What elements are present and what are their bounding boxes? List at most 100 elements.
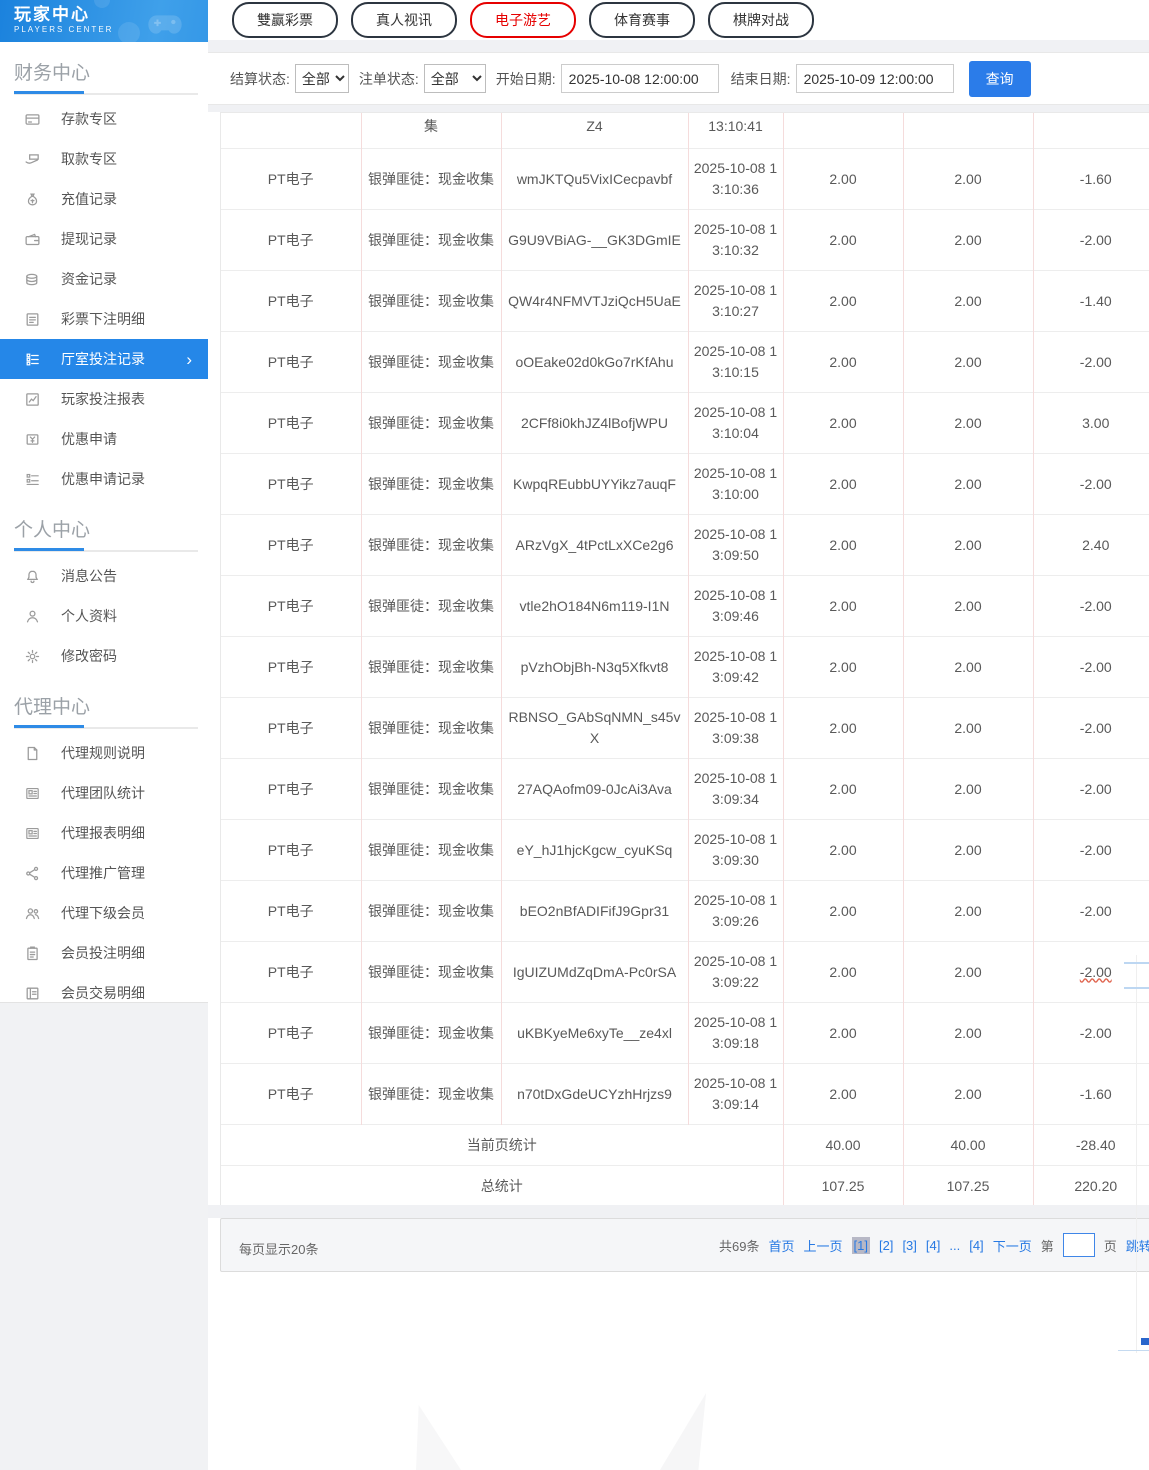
cell-order-id: bEO2nBfADIFifJ9Gpr31 — [501, 881, 688, 942]
section-divider — [14, 91, 198, 95]
deposit-card-icon — [24, 111, 41, 128]
end-date-input[interactable] — [796, 64, 954, 93]
page-total-label: 当前页统计 — [221, 1125, 783, 1166]
prev-page-link[interactable]: 上一页 — [803, 1236, 842, 1255]
promo-ticket-icon — [24, 431, 41, 448]
cell-game-name: 银弹匪徒：现金收集 — [361, 820, 501, 881]
sidebar-item-bell[interactable]: 消息公告 — [0, 556, 208, 596]
section-divider — [14, 725, 198, 729]
first-page-link[interactable]: 首页 — [768, 1236, 794, 1255]
page-link[interactable]: [4] — [926, 1238, 940, 1253]
cell-bet-amount: 2.00 — [783, 393, 903, 454]
cell-bet-amount: 2.00 — [783, 271, 903, 332]
cell-game-type: PT电子 — [221, 515, 361, 576]
cell-game-name: 银弹匪徒：现金收集 — [361, 515, 501, 576]
sidebar-item-promo-ticket[interactable]: 优惠申请 — [0, 419, 208, 459]
filter-bar: 结算状态: 全部 注单状态: 全部 开始日期: 结束日期: 查询 — [208, 52, 1149, 105]
settle-status-select[interactable]: 全部 — [295, 64, 349, 93]
sidebar-item-doc-page[interactable]: 代理规则说明 — [0, 733, 208, 773]
page-link[interactable]: [3] — [902, 1238, 916, 1253]
tab-4[interactable]: 体育赛事 — [589, 2, 695, 38]
sidebar-item-ledger[interactable]: 会员交易明细 — [0, 973, 208, 1013]
page-link[interactable]: ... — [949, 1238, 960, 1253]
cell-winloss: -2.00 — [1033, 210, 1149, 271]
page-link-current[interactable]: [1] — [852, 1237, 870, 1254]
query-button[interactable]: 查询 — [969, 61, 1031, 97]
sidebar-item-share[interactable]: 代理推广管理 — [0, 853, 208, 893]
section-divider — [14, 548, 198, 552]
cell-order-id: oOEake02d0kGo7rKfAhu — [501, 332, 688, 393]
promo-records-icon — [24, 471, 41, 488]
page-link[interactable]: [4] — [969, 1238, 983, 1253]
sidebar-item-deposit-card[interactable]: 存款专区 — [0, 99, 208, 139]
next-page-link[interactable]: 下一页 — [993, 1236, 1032, 1255]
tab-3[interactable]: 电子游艺 — [470, 2, 576, 38]
page-total-winloss: -28.40 — [1033, 1125, 1149, 1166]
sidebar-item-lottery-list[interactable]: 彩票下注明细 — [0, 299, 208, 339]
cell-game-name: 银弹匪徒：现金收集 — [361, 454, 501, 515]
table-row-partial: 集 Z4 13:10:41 — [221, 113, 1149, 149]
page-link[interactable]: [2] — [879, 1238, 893, 1253]
table-row: PT电子 银弹匪徒：现金收集 G9U9VBiAG-__GK3DGmIE 2025… — [221, 210, 1149, 271]
table-row: PT电子 银弹匪徒：现金收集 oOEake02d0kGo7rKfAhu 2025… — [221, 332, 1149, 393]
main-content: 雙赢彩票真人视讯电子游艺体育赛事棋牌对战 结算状态: 全部 注单状态: 全部 开… — [208, 0, 1149, 1470]
order-status-select[interactable]: 全部 — [424, 64, 486, 93]
cell-valid-amount: 2.00 — [903, 576, 1033, 637]
end-date-label: 结束日期: — [731, 69, 791, 89]
tab-5[interactable]: 棋牌对战 — [708, 2, 814, 38]
sidebar-item-person[interactable]: 个人资料 — [0, 596, 208, 636]
cell-bet-amount: 2.00 — [783, 881, 903, 942]
cell-game-name: 银弹匪徒：现金收集 — [361, 698, 501, 759]
start-date-input[interactable] — [561, 64, 719, 93]
withdraw-hand-icon — [24, 151, 41, 168]
cell-bet-amount: 2.00 — [783, 149, 903, 210]
tab-1[interactable]: 雙赢彩票 — [232, 2, 338, 38]
edge-scrollbar-line — [1118, 1350, 1149, 1351]
sidebar-item-coins[interactable]: 资金记录 — [0, 259, 208, 299]
sidebar-item-users[interactable]: 代理下级会员 — [0, 893, 208, 933]
tab-2[interactable]: 真人视讯 — [351, 2, 457, 38]
sidebar-item-withdraw-hand[interactable]: 取款专区 — [0, 139, 208, 179]
sidebar-item-agent-report[interactable]: 代理报表明细 — [0, 813, 208, 853]
cell-valid-amount: 2.00 — [903, 149, 1033, 210]
cell-valid-amount: 2.00 — [903, 1003, 1033, 1064]
edge-panel-divider — [1136, 955, 1137, 1353]
grand-total-bet: 107.25 — [783, 1166, 903, 1207]
sidebar-item-money-bag[interactable]: 充值记录 — [0, 179, 208, 219]
cell-winloss — [1033, 113, 1149, 149]
sidebar-item-report-chart[interactable]: 玩家投注报表 — [0, 379, 208, 419]
cell-game-name: 银弹匪徒：现金收集 — [361, 759, 501, 820]
sidebar-item-clipboard[interactable]: 会员投注明细 — [0, 933, 208, 973]
cell-game-type: PT电子 — [221, 942, 361, 1003]
cell-bet-amount: 2.00 — [783, 1003, 903, 1064]
sidebar-item-team-stats[interactable]: 代理团队统计 — [0, 773, 208, 813]
sidebar-item-hall-records[interactable]: 厅室投注记录 › — [0, 339, 208, 379]
cell-game-type: PT电子 — [221, 576, 361, 637]
sidebar-item-wallet[interactable]: 提现记录 — [0, 219, 208, 259]
cell-game-type: PT电子 — [221, 759, 361, 820]
cell-bet-time: 2025-10-08 13:10:32 — [688, 210, 783, 271]
cell-game-name: 银弹匪徒：现金收集 — [361, 210, 501, 271]
cell-valid-amount: 2.00 — [903, 942, 1033, 1003]
cell-game-type: PT电子 — [221, 332, 361, 393]
table-row: PT电子 银弹匪徒：现金收集 2CFf8i0khJZ4lBofjWPU 2025… — [221, 393, 1149, 454]
sidebar-section: 个人中心 消息公告 个人资料 修改密码 — [0, 499, 208, 676]
cell-bet-amount: 2.00 — [783, 1064, 903, 1125]
page-total-bet: 40.00 — [783, 1125, 903, 1166]
cell-valid-amount: 2.00 — [903, 454, 1033, 515]
page-total-row: 当前页统计 40.00 40.00 -28.40 — [221, 1125, 1149, 1166]
cell-order-id: QW4r4NFMVTJziQcH5UaE — [501, 271, 688, 332]
cell-game-name: 银弹匪徒：现金收集 — [361, 393, 501, 454]
cell-game-type: PT电子 — [221, 149, 361, 210]
sidebar-item-gear[interactable]: 修改密码 — [0, 636, 208, 676]
background-triangle-decoration — [416, 1405, 461, 1470]
cell-winloss: -1.40 — [1033, 271, 1149, 332]
background-triangle-decoration — [660, 1393, 708, 1470]
jump-page-input[interactable] — [1063, 1233, 1095, 1257]
jump-button[interactable]: 跳转 — [1126, 1236, 1149, 1255]
sidebar: 玩家中心 PLAYERS CENTER 财务中心 存款专区 取款专区 充值记录 … — [0, 0, 208, 1003]
doc-page-icon — [24, 745, 41, 762]
cell-bet-amount: 2.00 — [783, 210, 903, 271]
ledger-icon — [24, 985, 41, 1002]
sidebar-item-promo-records[interactable]: 优惠申请记录 — [0, 459, 208, 499]
